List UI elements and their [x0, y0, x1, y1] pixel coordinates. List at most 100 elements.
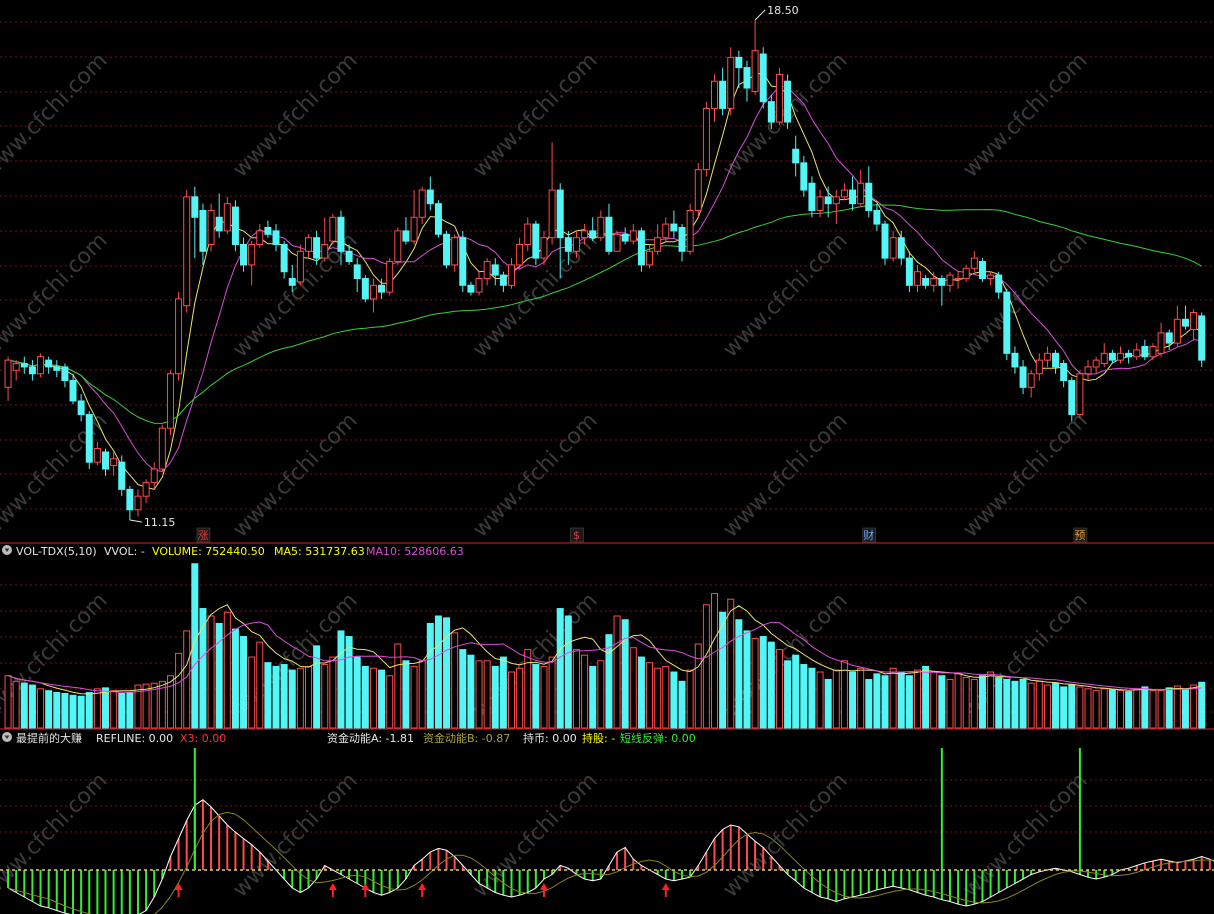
volume-bar[interactable]	[767, 641, 775, 729]
candle[interactable]	[1141, 346, 1149, 358]
volume-bar[interactable]	[1019, 678, 1027, 729]
candle[interactable]	[28, 366, 36, 375]
event-markers[interactable]: 涨 $ 财 预	[196, 527, 1088, 543]
candle[interactable]	[1149, 346, 1157, 358]
volume-bar[interactable]	[4, 675, 12, 729]
candle[interactable]	[572, 237, 580, 252]
candle[interactable]	[719, 80, 727, 109]
candle[interactable]	[1019, 366, 1027, 388]
candle[interactable]	[85, 414, 93, 463]
volume-bar[interactable]	[1027, 682, 1035, 729]
candle[interactable]	[629, 230, 637, 242]
volume-bar[interactable]	[938, 675, 946, 729]
candle[interactable]	[775, 73, 783, 123]
candle[interactable]	[865, 182, 873, 211]
volume-bar[interactable]	[1035, 680, 1043, 729]
volume-bar[interactable]	[353, 656, 361, 729]
volume-bar[interactable]	[662, 665, 670, 729]
volume-bar[interactable]	[1141, 686, 1149, 729]
candle[interactable]	[248, 243, 256, 266]
volume-bar[interactable]	[686, 669, 694, 729]
volume-bar[interactable]	[589, 665, 597, 729]
volume-bar[interactable]	[69, 694, 77, 729]
candle[interactable]	[816, 196, 824, 211]
volume-bar[interactable]	[12, 680, 20, 729]
candle[interactable]	[889, 237, 897, 259]
volume-bar[interactable]	[1198, 681, 1206, 729]
buy-arrow-icon[interactable]	[539, 883, 548, 897]
volume-bar[interactable]	[930, 671, 938, 729]
volume-bar[interactable]	[548, 656, 556, 729]
volume-bar[interactable]	[223, 611, 231, 729]
volume-bar[interactable]	[646, 662, 654, 729]
volume-bar[interactable]	[702, 604, 710, 729]
volume-bar[interactable]	[897, 671, 905, 729]
volume-bar[interactable]	[621, 619, 629, 729]
candle[interactable]	[922, 278, 930, 286]
candle[interactable]	[1060, 363, 1068, 382]
volume-bar[interactable]	[1084, 688, 1092, 729]
candle[interactable]	[45, 359, 53, 368]
candle[interactable]	[970, 257, 978, 269]
candle[interactable]	[280, 243, 288, 273]
candle[interactable]	[369, 284, 377, 300]
volume-bar[interactable]	[751, 637, 759, 729]
candle[interactable]	[767, 101, 775, 123]
volume-bar[interactable]	[824, 678, 832, 729]
volume-bar[interactable]	[296, 667, 304, 729]
candle[interactable]	[207, 209, 215, 245]
volume-bar[interactable]	[654, 667, 662, 729]
candle[interactable]	[800, 162, 808, 191]
candle[interactable]	[589, 230, 597, 239]
volume-bar[interactable]	[832, 669, 840, 729]
candle[interactable]	[564, 237, 572, 252]
candle[interactable]	[1068, 380, 1076, 416]
candle[interactable]	[296, 250, 304, 283]
volume-bar[interactable]	[978, 675, 986, 729]
candle[interactable]	[158, 427, 166, 470]
candle[interactable]	[288, 278, 296, 286]
volume-bar[interactable]	[711, 593, 718, 729]
candle[interactable]	[873, 209, 881, 225]
volume-bar[interactable]	[321, 664, 329, 729]
candle[interactable]	[345, 250, 353, 262]
volume-bar[interactable]	[402, 660, 410, 729]
candle[interactable]	[751, 50, 759, 92]
volume-bar[interactable]	[1060, 686, 1068, 729]
candle[interactable]	[305, 237, 312, 252]
volume-bar[interactable]	[45, 690, 53, 729]
volume-bar[interactable]	[1076, 686, 1084, 729]
candle[interactable]	[361, 278, 369, 300]
candle[interactable]	[475, 278, 483, 293]
volume-bar[interactable]	[329, 656, 337, 729]
volume-bar[interactable]	[37, 688, 45, 729]
volume-bar[interactable]	[670, 671, 678, 729]
candle[interactable]	[499, 274, 507, 286]
volume-bar[interactable]	[775, 649, 783, 729]
candle[interactable]	[93, 448, 101, 463]
candle[interactable]	[77, 400, 85, 416]
volume-bar[interactable]	[914, 669, 921, 729]
candle[interactable]	[199, 209, 207, 252]
volume-bar[interactable]	[410, 665, 418, 729]
volume-bar[interactable]	[118, 692, 126, 729]
buy-arrow-icon[interactable]	[418, 883, 427, 897]
candle[interactable]	[540, 237, 548, 259]
volume-bar[interactable]	[905, 675, 913, 729]
candle[interactable]	[102, 451, 109, 470]
candle[interactable]	[581, 230, 589, 239]
candle[interactable]	[686, 209, 694, 252]
candle[interactable]	[727, 56, 735, 109]
candle[interactable]	[118, 461, 126, 490]
candle[interactable]	[978, 260, 986, 280]
volume-bar[interactable]	[418, 660, 426, 729]
volume-bar[interactable]	[995, 677, 1003, 729]
volume-bar[interactable]	[743, 630, 751, 729]
volume-bar[interactable]	[378, 669, 386, 729]
volume-bar[interactable]	[443, 617, 451, 729]
candle[interactable]	[1198, 315, 1206, 361]
candle[interactable]	[418, 189, 426, 218]
candle[interactable]	[808, 182, 816, 211]
candle[interactable]	[637, 230, 645, 266]
candle[interactable]	[995, 274, 1003, 293]
